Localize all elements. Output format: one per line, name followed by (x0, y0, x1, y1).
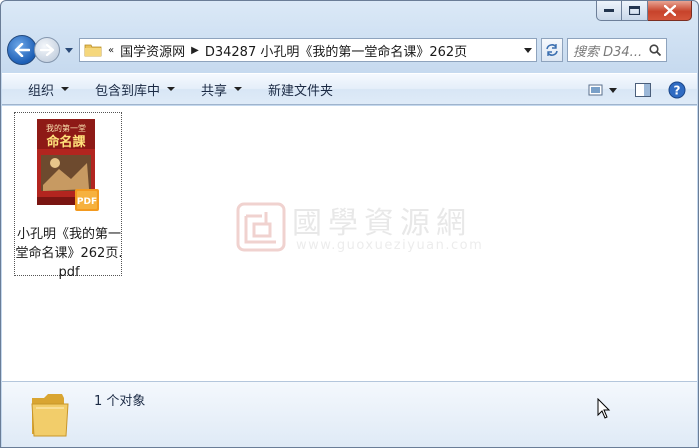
share-menu[interactable]: 共享 (193, 77, 250, 101)
back-button[interactable] (7, 35, 37, 65)
pdf-thumbnail-icon: 我的第一堂 命名課 PDF (37, 119, 99, 211)
folder-icon (31, 394, 69, 437)
maximize-icon (629, 6, 640, 15)
file-list-pane[interactable]: 我的第一堂 命名課 PDF 小孔明《我的第一堂命名课》262页.pdf 國學資源… (2, 106, 697, 381)
recent-pages-button[interactable] (63, 44, 75, 56)
chevron-down-icon (524, 47, 532, 53)
breadcrumb-root[interactable]: 国学资源网 (120, 41, 185, 60)
caption-buttons (596, 1, 692, 21)
chevron-down-icon (61, 87, 70, 91)
back-arrow-icon (14, 43, 30, 57)
address-bar[interactable]: « 国学资源网 ▶ D34287 小孔明《我的第一堂命名课》262页 (79, 38, 537, 62)
help-icon: ? (668, 81, 686, 99)
view-icon (588, 84, 617, 96)
explorer-window: « 国学资源网 ▶ D34287 小孔明《我的第一堂命名课》262页 搜索 D3… (0, 0, 699, 448)
minimize-icon (604, 8, 614, 12)
help-button[interactable]: ? (665, 78, 689, 102)
thumbnail-title-2: 命名課 (45, 134, 86, 150)
chevron-down-icon (167, 87, 176, 91)
watermark-title: 國學資源網 (292, 206, 472, 241)
watermark-url: www.guoxueziyuan.com (296, 238, 484, 253)
close-button[interactable] (648, 1, 692, 21)
include-library-label: 包含到库中 (95, 83, 161, 99)
new-folder-button[interactable]: 新建文件夹 (260, 77, 341, 101)
organize-label: 组织 (28, 83, 55, 99)
minimize-button[interactable] (596, 1, 622, 21)
details-pane: 1 个对象 (2, 381, 697, 447)
pdf-badge: PDF (77, 197, 97, 207)
forward-arrow-icon (40, 44, 54, 56)
close-icon (663, 5, 676, 16)
navigation-bar: « 国学资源网 ▶ D34287 小孔明《我的第一堂命名课》262页 搜索 D3… (7, 33, 692, 67)
change-view-button[interactable] (585, 78, 621, 102)
organize-menu[interactable]: 组织 (20, 77, 77, 101)
preview-pane-icon (635, 83, 651, 97)
file-name[interactable]: 小孔明《我的第一堂命名课》262页.pdf (15, 225, 123, 282)
mouse-cursor-icon (597, 398, 611, 419)
thumbnail-title-1: 我的第一堂 (46, 123, 86, 133)
watermark: 國學資源網 www.guoxueziyuan.com (236, 198, 482, 268)
view-controls: ? (585, 78, 689, 102)
refresh-icon (546, 44, 558, 56)
status-item-count: 1 个对象 (94, 394, 146, 409)
command-toolbar: 组织 包含到库中 共享 新建文件夹 ? (2, 73, 697, 105)
svg-text:?: ? (674, 84, 681, 98)
search-icon[interactable] (649, 44, 661, 56)
seal-logo-icon (236, 202, 286, 252)
search-placeholder: 搜索 D34... (573, 44, 643, 60)
maximize-button[interactable] (622, 1, 648, 21)
breadcrumb-separator-icon[interactable]: ▶ (191, 45, 199, 56)
folder-icon (84, 44, 102, 57)
breadcrumb-current[interactable]: D34287 小孔明《我的第一堂命名课》262页 (205, 41, 467, 60)
preview-pane-button[interactable] (631, 78, 655, 102)
refresh-button[interactable] (541, 38, 563, 62)
share-label: 共享 (201, 83, 228, 99)
chevron-down-icon (65, 47, 73, 53)
include-in-library-menu[interactable]: 包含到库中 (87, 77, 183, 101)
breadcrumb-overflow[interactable]: « (108, 45, 114, 56)
search-input[interactable]: 搜索 D34... (567, 38, 667, 62)
chevron-down-icon (234, 87, 243, 91)
new-folder-label: 新建文件夹 (268, 83, 334, 99)
address-history-button[interactable] (520, 39, 536, 61)
forward-button[interactable] (34, 37, 60, 63)
file-item[interactable]: 我的第一堂 命名課 PDF 小孔明《我的第一堂命名课》262页.pdf (14, 112, 122, 280)
